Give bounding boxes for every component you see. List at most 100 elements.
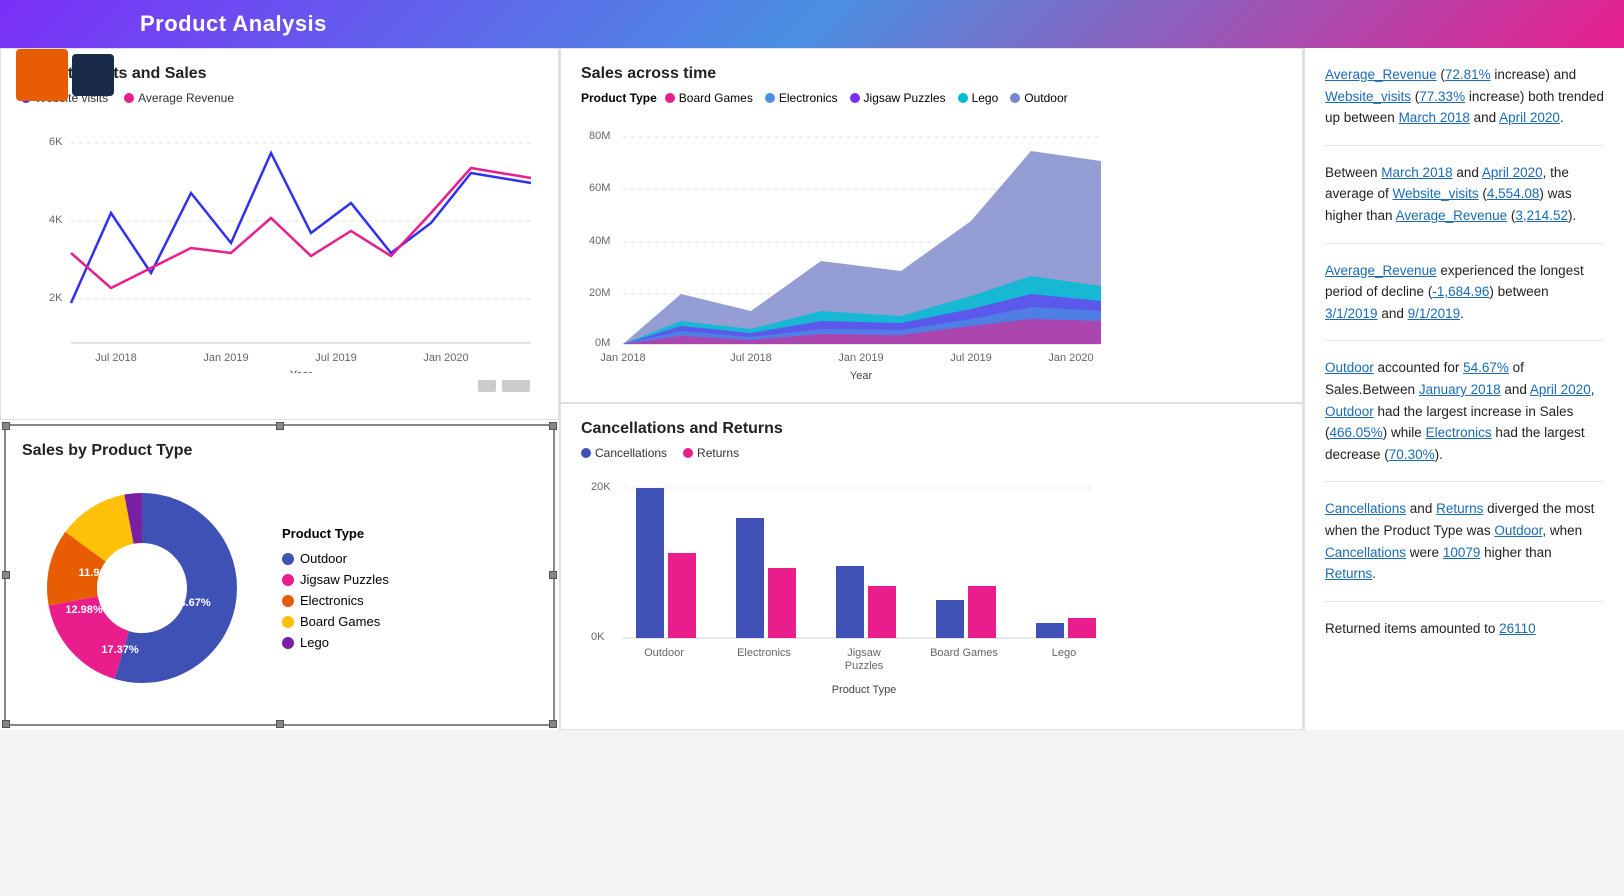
label-lego-time: Lego bbox=[972, 91, 999, 105]
legend-label-outdoor: Outdoor bbox=[300, 551, 347, 566]
resize-tm[interactable] bbox=[276, 422, 284, 430]
link-march-2018-2[interactable]: March 2018 bbox=[1381, 165, 1452, 180]
insight-5: Cancellations and Returns diverged the m… bbox=[1325, 498, 1604, 601]
link-cancellations-1[interactable]: Cancellations bbox=[1325, 501, 1406, 516]
link-returns-2[interactable]: Returns bbox=[1325, 566, 1372, 581]
legend-lego: Lego bbox=[282, 635, 389, 650]
link-web-visits-1[interactable]: Website_visits bbox=[1325, 89, 1411, 104]
insight-2: Between March 2018 and April 2020, the a… bbox=[1325, 162, 1604, 244]
svg-text:Year: Year bbox=[290, 369, 313, 373]
svg-text:20K: 20K bbox=[591, 481, 611, 493]
link-avg-rev-3[interactable]: Average_Revenue bbox=[1325, 263, 1437, 278]
bar-boardgames-cancel bbox=[936, 600, 964, 638]
scroll-left[interactable] bbox=[478, 380, 496, 392]
svg-text:Electronics: Electronics bbox=[737, 647, 791, 659]
label-electronics-time: Electronics bbox=[779, 91, 838, 105]
link-avg-rev-2[interactable]: Average_Revenue bbox=[1396, 208, 1508, 223]
page-title: Product Analysis bbox=[140, 11, 327, 37]
insight-3: Average_Revenue experienced the longest … bbox=[1325, 260, 1604, 342]
link-cancellations-2[interactable]: Cancellations bbox=[1325, 545, 1406, 560]
link-9-2019[interactable]: 9/1/2019 bbox=[1408, 306, 1461, 321]
dot-returns bbox=[683, 448, 693, 458]
svg-text:80M: 80M bbox=[589, 130, 610, 142]
link-jan-2018[interactable]: January 2018 bbox=[1419, 382, 1501, 397]
svg-text:12.98%: 12.98% bbox=[65, 604, 103, 616]
dot-jigsaw-time bbox=[850, 93, 860, 103]
link-outdoor-2[interactable]: Outdoor bbox=[1325, 404, 1374, 419]
svg-text:0M: 0M bbox=[595, 337, 610, 349]
legend-cancellations: Cancellations bbox=[581, 446, 667, 460]
bar-outdoor-return bbox=[668, 553, 696, 638]
link-returns-1[interactable]: Returns bbox=[1436, 501, 1483, 516]
link-electronics-1[interactable]: Electronics bbox=[1426, 425, 1492, 440]
insights-panel: Average_Revenue (72.81% increase) and We… bbox=[1304, 48, 1624, 730]
bar-outdoor-cancel bbox=[636, 488, 664, 638]
svg-text:Jan 2020: Jan 2020 bbox=[423, 352, 468, 364]
legend-label-electronics: Electronics bbox=[300, 593, 364, 608]
svg-text:Jul 2019: Jul 2019 bbox=[950, 352, 992, 364]
svg-text:Outdoor: Outdoor bbox=[644, 647, 684, 659]
sales-across-time-title: Sales across time bbox=[581, 65, 1282, 83]
svg-text:60M: 60M bbox=[589, 182, 610, 194]
link-26110[interactable]: 26110 bbox=[1499, 621, 1536, 636]
link-466[interactable]: 466.05% bbox=[1330, 425, 1383, 440]
dot-cancellations bbox=[581, 448, 591, 458]
link-april-2020-3[interactable]: April 2020 bbox=[1530, 382, 1591, 397]
resize-bm[interactable] bbox=[276, 720, 284, 728]
link-decline[interactable]: -1,684.96 bbox=[1432, 284, 1489, 299]
resize-br[interactable] bbox=[549, 720, 557, 728]
resize-tl[interactable] bbox=[2, 422, 10, 430]
legend-returns: Returns bbox=[683, 446, 739, 460]
svg-text:Jigsaw: Jigsaw bbox=[847, 647, 881, 659]
svg-text:Jan 2019: Jan 2019 bbox=[203, 352, 248, 364]
sales-time-legend: Product Type Board Games Electronics Jig… bbox=[581, 91, 1282, 105]
insight-6: Returned items amounted to 26110 bbox=[1325, 618, 1604, 656]
svg-text:4K: 4K bbox=[49, 214, 63, 226]
svg-text:6K: 6K bbox=[49, 136, 63, 148]
svg-text:Product Type: Product Type bbox=[832, 684, 897, 696]
cancellations-chart: 20K 0K bbox=[581, 468, 1111, 708]
link-3-2019[interactable]: 3/1/2019 bbox=[1325, 306, 1378, 321]
svg-text:54.67%: 54.67% bbox=[173, 597, 211, 609]
link-web-visits-2[interactable]: Website_visits bbox=[1393, 186, 1479, 201]
legend-product-type-label: Product Type bbox=[581, 91, 657, 105]
resize-tr[interactable] bbox=[549, 422, 557, 430]
legend-label-jigsaw: Jigsaw Puzzles bbox=[300, 572, 389, 587]
resize-ml[interactable] bbox=[2, 571, 10, 579]
sales-time-chart: 80M 60M 40M 20M 0M bbox=[581, 111, 1111, 381]
legend-avg-revenue: Average Revenue bbox=[124, 91, 234, 105]
dot-electronics-time bbox=[765, 93, 775, 103]
legend-color-outdoor bbox=[282, 553, 294, 565]
legend-label-revenue: Average Revenue bbox=[138, 91, 234, 105]
label-board-games-time: Board Games bbox=[679, 91, 753, 105]
bar-boardgames-return bbox=[968, 586, 996, 638]
svg-text:Jan 2018: Jan 2018 bbox=[600, 352, 645, 364]
svg-text:Jul 2018: Jul 2018 bbox=[730, 352, 772, 364]
dot-outdoor-time bbox=[1010, 93, 1020, 103]
link-march-2018-1[interactable]: March 2018 bbox=[1399, 110, 1470, 125]
link-10079[interactable]: 10079 bbox=[1443, 545, 1481, 560]
svg-text:Year: Year bbox=[850, 370, 873, 381]
donut-legend-title: Product Type bbox=[282, 526, 389, 541]
bar-lego-cancel bbox=[1036, 623, 1064, 638]
link-outdoor-3[interactable]: Outdoor bbox=[1494, 523, 1542, 538]
link-3214[interactable]: 3,214.52 bbox=[1515, 208, 1568, 223]
link-april-2020-2[interactable]: April 2020 bbox=[1482, 165, 1543, 180]
link-77[interactable]: 77.33% bbox=[1419, 89, 1465, 104]
link-72[interactable]: 72.81% bbox=[1445, 67, 1491, 82]
link-4554[interactable]: 4,554.08 bbox=[1487, 186, 1540, 201]
link-7030[interactable]: 70.30% bbox=[1389, 447, 1435, 462]
cancellations-panel: Cancellations and Returns Cancellations … bbox=[560, 403, 1303, 730]
svg-text:Jul 2018: Jul 2018 bbox=[95, 352, 137, 364]
link-5467[interactable]: 54.67% bbox=[1463, 360, 1509, 375]
insight-1: Average_Revenue (72.81% increase) and We… bbox=[1325, 64, 1604, 146]
link-april-2020-1[interactable]: April 2020 bbox=[1499, 110, 1560, 125]
resize-bl[interactable] bbox=[2, 720, 10, 728]
label-cancellations: Cancellations bbox=[595, 446, 667, 460]
link-avg-rev-1[interactable]: Average_Revenue bbox=[1325, 67, 1437, 82]
legend-label-lego: Lego bbox=[300, 635, 329, 650]
logo-area bbox=[0, 0, 130, 120]
scroll-right[interactable] bbox=[502, 380, 530, 392]
resize-mr[interactable] bbox=[549, 571, 557, 579]
link-outdoor-1[interactable]: Outdoor bbox=[1325, 360, 1374, 375]
